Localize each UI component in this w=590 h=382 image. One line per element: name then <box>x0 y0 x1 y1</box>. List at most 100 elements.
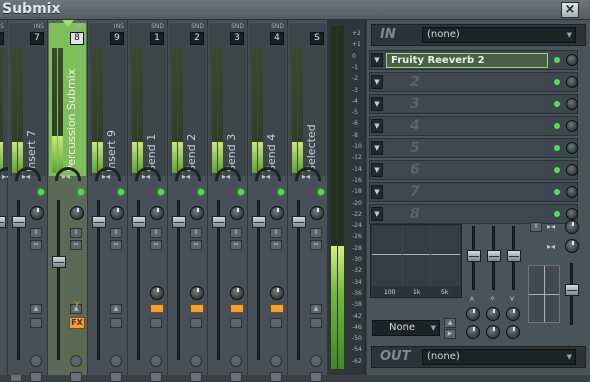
swap-button[interactable]: ⇕ <box>310 228 322 238</box>
mute-led[interactable] <box>158 189 164 195</box>
save-icon[interactable] <box>230 372 242 382</box>
slot-mix-knob[interactable] <box>566 120 578 132</box>
pan-knob[interactable] <box>110 206 124 220</box>
record-arm-button[interactable] <box>110 355 122 367</box>
slot-menu-button[interactable]: ▼ <box>371 53 383 67</box>
slot-enable-led[interactable] <box>554 79 560 85</box>
volume-fader[interactable] <box>132 216 146 228</box>
slot-enable-led[interactable] <box>554 57 560 63</box>
route-up-button[interactable]: ▲ <box>444 318 456 328</box>
save-icon[interactable] <box>150 372 162 382</box>
mixer-strip[interactable]: SND 2 Send 2 ▸◂ ⇕ ⇔ <box>168 20 208 382</box>
volume-fader[interactable] <box>0 216 6 228</box>
fx-toggle[interactable] <box>230 318 242 328</box>
mute-led[interactable] <box>78 189 84 195</box>
slot-menu-button[interactable]: ▼ <box>371 75 383 89</box>
strip-number[interactable]: 9 <box>110 32 124 45</box>
record-arm-button[interactable] <box>310 355 322 367</box>
slot-enable-led[interactable] <box>554 189 560 195</box>
panel-pan-knob[interactable] <box>565 239 579 253</box>
mute-led[interactable] <box>278 189 284 195</box>
record-arm-button[interactable] <box>230 355 242 367</box>
slot-mix-knob[interactable] <box>566 164 578 176</box>
record-arm-button[interactable] <box>270 355 282 367</box>
record-arm-button[interactable] <box>190 355 202 367</box>
volume-fader[interactable] <box>92 216 106 228</box>
mixer-strip[interactable]: SND 3 Send 3 ▸◂ ⇕ ⇔ <box>208 20 248 382</box>
eq-high-bw-knob[interactable] <box>506 325 520 339</box>
pan-knob[interactable] <box>230 206 244 220</box>
strip-number[interactable]: 2 <box>190 32 204 45</box>
mixer-strip[interactable]: SND 1 Send 1 ▸◂ ⇕ ⇔ <box>128 20 168 382</box>
pan-knob[interactable] <box>70 206 84 220</box>
slot-mix-knob[interactable] <box>566 98 578 110</box>
mixer-strip[interactable]: INS 8 Percussion Submix ▸◂ ⇕ ⇔ ▲ ⋎ FX <box>48 20 88 382</box>
send-level-knob[interactable] <box>190 286 204 300</box>
eq-low-freq-knob[interactable] <box>466 307 480 321</box>
eq-high-shape-icon[interactable]: ⋎ <box>509 294 515 303</box>
send-route-button[interactable] <box>270 304 284 313</box>
swap-button[interactable]: ⇕ <box>270 228 282 238</box>
record-arm-button[interactable] <box>30 355 42 367</box>
slot-mix-knob[interactable] <box>566 76 578 88</box>
pan-knob[interactable] <box>270 206 284 220</box>
slot-mix-knob[interactable] <box>566 54 578 66</box>
record-arm-button[interactable] <box>70 355 82 367</box>
fx-toggle[interactable] <box>190 318 202 328</box>
slot-name[interactable]: 7 <box>386 185 548 200</box>
slot-name[interactable]: 2 <box>386 75 548 90</box>
send-level-knob[interactable] <box>150 286 164 300</box>
swap-button[interactable]: ⇕ <box>190 228 202 238</box>
slot-enable-led[interactable] <box>554 211 560 217</box>
pan-knob[interactable] <box>150 206 164 220</box>
fx-slot[interactable]: ▼ 6 <box>369 160 578 180</box>
volume-fader[interactable] <box>172 216 186 228</box>
mute-led[interactable] <box>318 189 324 195</box>
reverse-button[interactable]: ⇔ <box>270 240 282 250</box>
save-icon[interactable] <box>110 372 122 382</box>
fx-slot[interactable]: ▼ 4 <box>369 116 578 136</box>
preset-select[interactable]: None <box>372 320 440 336</box>
send-level-knob[interactable] <box>230 286 244 300</box>
eq-mid-freq-knob[interactable] <box>486 307 500 321</box>
strip-number[interactable]: 8 <box>70 32 84 45</box>
slot-enable-led[interactable] <box>554 167 560 173</box>
slot-menu-button[interactable]: ▼ <box>371 97 383 111</box>
slot-enable-led[interactable] <box>554 101 560 107</box>
panel-volume-knob[interactable] <box>565 220 579 234</box>
fx-slot[interactable]: ▼ 8 <box>369 204 578 224</box>
strip-number[interactable]: 7 <box>30 32 44 45</box>
pan-knob[interactable] <box>190 206 204 220</box>
pan-knob[interactable] <box>30 206 44 220</box>
mixer-strip[interactable]: INS 9 Insert 9 ▸◂ ⇕ ⇔ ▲ <box>88 20 128 382</box>
eq-mid-gain-slider[interactable] <box>487 250 501 262</box>
panel-fader[interactable] <box>565 284 579 296</box>
eq-low-gain-slider[interactable] <box>467 250 481 262</box>
save-icon[interactable] <box>190 372 202 382</box>
fx-toggle[interactable] <box>150 318 162 328</box>
route-button[interactable]: ▲ <box>110 304 122 314</box>
swap-lr-button[interactable]: ⇕ <box>530 222 542 232</box>
eq-mid-shape-icon[interactable]: ✧ <box>489 294 496 303</box>
save-icon[interactable] <box>30 372 42 382</box>
send-route-button[interactable] <box>190 304 204 313</box>
swap-button[interactable]: ⇕ <box>150 228 162 238</box>
slot-mix-knob[interactable] <box>566 186 578 198</box>
reverse-button[interactable]: ⇔ <box>190 240 202 250</box>
pan-knob[interactable] <box>310 206 324 220</box>
mute-led[interactable] <box>38 189 44 195</box>
fx-slot[interactable]: ▼ 2 <box>369 72 578 92</box>
volume-fader[interactable] <box>292 216 306 228</box>
slot-menu-button[interactable]: ▼ <box>371 185 383 199</box>
route-button[interactable]: ▲ <box>310 304 322 314</box>
volume-fader[interactable] <box>212 216 226 228</box>
fx-toggle[interactable] <box>310 318 322 328</box>
close-button[interactable]: × <box>561 2 579 18</box>
mixer-strip[interactable]: SND 4 Send 4 ▸◂ ⇕ ⇔ <box>248 20 288 382</box>
send-level-knob[interactable] <box>270 286 284 300</box>
eq-mid-bw-knob[interactable] <box>486 325 500 339</box>
strip-number[interactable]: 6 <box>0 32 4 45</box>
route-button[interactable]: ▲ <box>30 304 42 314</box>
slot-menu-button[interactable]: ▼ <box>371 141 383 155</box>
save-icon[interactable] <box>70 372 82 382</box>
